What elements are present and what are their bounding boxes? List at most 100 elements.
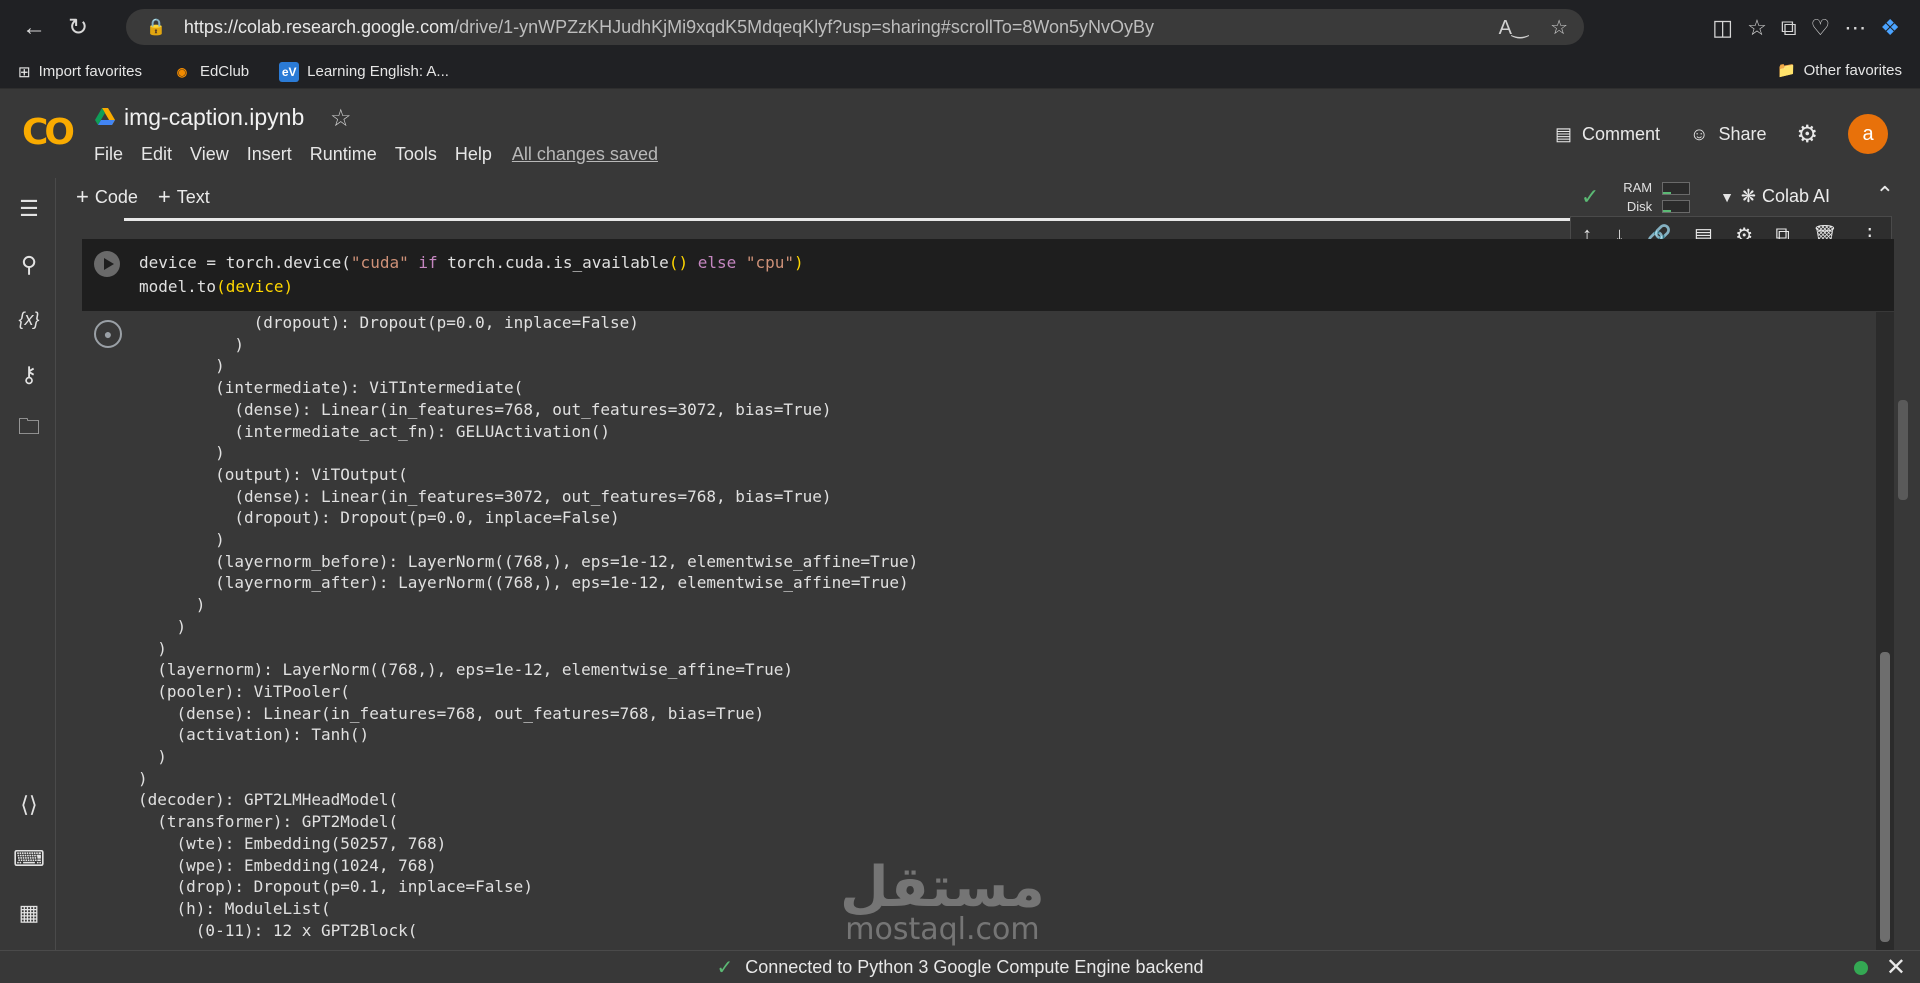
output-line: (dropout): Dropout(p=0.0, inplace=False) — [138, 313, 639, 332]
favorite-star-icon[interactable]: ☆ — [1550, 15, 1568, 40]
resource-monitor[interactable]: ✓ RAM Disk ▼ — [1581, 178, 1734, 216]
ai-spark-icon: ❋ — [1740, 186, 1756, 206]
disk-bar — [1662, 199, 1691, 213]
collections-icon[interactable]: ⧉ — [1781, 15, 1797, 41]
menu-view[interactable]: View — [190, 144, 229, 165]
favorite-import[interactable]: ⊞ Import favorites — [18, 63, 142, 81]
status-bar: ✓ Connected to Python 3 Google Compute E… — [0, 950, 1920, 983]
run-cell-button[interactable] — [94, 251, 120, 277]
connected-check-icon: ✓ — [1580, 184, 1600, 209]
menu-insert[interactable]: Insert — [247, 144, 292, 165]
ev-icon: eV — [279, 61, 300, 82]
google-drive-icon — [95, 108, 115, 125]
output-line: ) — [138, 638, 167, 658]
favorites-bar: ⊞ Import favorites ◉ EdClub eV Learning … — [0, 55, 1920, 89]
command-palette-icon[interactable]: ⌨ — [13, 844, 45, 874]
lock-icon: 🔒 — [146, 19, 166, 36]
terminal-icon[interactable]: ▦ — [14, 898, 44, 928]
output-text: (dropout): Dropout(p=0.0, inplace=False)… — [138, 312, 918, 941]
copilot-icon[interactable]: ❖ — [1880, 15, 1900, 41]
secrets-key-icon[interactable]: ⚷ — [14, 360, 44, 390]
output-line: (dense): Linear(in_features=3072, out_fe… — [138, 486, 832, 506]
dropdown-arrow-icon[interactable]: ▼ — [1720, 189, 1734, 205]
cell-divider — [124, 218, 1570, 221]
save-status[interactable]: All changes saved — [512, 144, 658, 165]
output-line: (0-11): 12 x GPT2Block( — [138, 920, 418, 940]
add-code-button[interactable]: + Code — [76, 184, 138, 210]
back-arrow-icon[interactable]: ← — [12, 6, 56, 50]
import-icon: ⊞ — [18, 63, 31, 81]
output-line: (layernorm): LayerNorm((768,), eps=1e-12… — [138, 660, 794, 680]
variables-icon[interactable]: {x} — [14, 304, 44, 334]
colab-header: CO img-caption.ipynb ☆ File Edit View In… — [0, 90, 1920, 174]
connection-status-dot[interactable] — [1854, 961, 1868, 975]
menu-help[interactable]: Help — [455, 144, 492, 165]
colab-logo[interactable]: CO — [22, 112, 75, 153]
menu-file[interactable]: File — [94, 144, 123, 165]
address-bar[interactable]: 🔒 https://colab.research.google.com/driv… — [126, 9, 1584, 45]
output-line: (pooler): ViTPooler( — [138, 681, 350, 701]
read-aloud-icon[interactable]: A‿ — [1499, 15, 1528, 40]
favorite-learning-english[interactable]: eV Learning English: A... — [279, 61, 449, 82]
search-icon[interactable]: ⚲ — [14, 250, 44, 280]
output-line: ) — [138, 747, 167, 767]
more-menu-icon[interactable]: ⋯ — [1844, 15, 1866, 41]
output-line: (intermediate_act_fn): GELUActivation() — [138, 421, 611, 441]
comment-icon: ▤ — [1555, 123, 1573, 144]
health-icon[interactable]: ♡ — [1811, 15, 1831, 41]
url-text: https://colab.research.google.com/drive/… — [183, 16, 1155, 37]
code-cell[interactable]: device = torch.device("cuda" if torch.cu… — [82, 239, 1894, 311]
favorites-icon[interactable]: ☆ — [1747, 15, 1767, 41]
share-button[interactable]: ☺ Share — [1690, 124, 1766, 145]
output-line: ) — [138, 768, 148, 788]
close-icon[interactable]: ✕ — [1886, 953, 1906, 982]
output-line: (dropout): Dropout(p=0.0, inplace=False) — [138, 508, 620, 528]
output-line: (output): ViTOutput( — [138, 464, 408, 484]
add-text-button[interactable]: + Text — [158, 184, 210, 210]
output-line: ) — [138, 595, 206, 615]
split-screen-icon[interactable]: ◫ — [1712, 15, 1733, 41]
output-line: (wpe): Embedding(1024, 768) — [138, 855, 437, 875]
output-line: (drop): Dropout(p=0.1, inplace=False) — [138, 877, 533, 897]
menu-tools[interactable]: Tools — [395, 144, 437, 165]
output-line: (activation): Tanh() — [138, 725, 370, 745]
output-line: ) — [138, 616, 187, 636]
page-scrollbar[interactable] — [1898, 400, 1908, 500]
edclub-icon: ◉ — [176, 64, 188, 79]
other-favorites[interactable]: 📁 Other favorites — [1776, 61, 1902, 80]
code-editor[interactable]: device = torch.device("cuda" if torch.cu… — [139, 251, 804, 299]
output-line: (layernorm_after): LayerNorm((768,), eps… — [138, 573, 909, 593]
notebook-title[interactable]: img-caption.ipynb — [124, 104, 304, 131]
comment-button[interactable]: ▤ Comment — [1555, 124, 1660, 145]
output-line: ) — [138, 530, 225, 550]
output-line: (decoder): GPT2LMHeadModel( — [138, 790, 399, 810]
menu-runtime[interactable]: Runtime — [310, 144, 377, 165]
ram-bar — [1662, 181, 1691, 195]
refresh-icon[interactable]: ↻ — [56, 6, 100, 50]
collapse-header-icon[interactable]: ⌃ — [1876, 182, 1894, 208]
notebook-toolbar: + Code + Text ✓ RAM Disk ▼ ❋ Colab AI ⌃ — [56, 178, 1920, 216]
star-icon[interactable]: ☆ — [330, 104, 352, 133]
avatar[interactable]: a — [1848, 114, 1888, 154]
colab-ai-button[interactable]: ❋ Colab AI — [1741, 186, 1830, 207]
files-folder-icon[interactable]: 🗀 — [14, 414, 44, 444]
output-line: ) — [138, 443, 225, 463]
output-line: (wte): Embedding(50257, 768) — [138, 833, 447, 853]
table-of-contents-icon[interactable]: ☰ — [14, 194, 44, 224]
output-line: (dense): Linear(in_features=768, out_fea… — [138, 399, 832, 419]
menu-edit[interactable]: Edit — [141, 144, 172, 165]
code-snippets-icon[interactable]: ⟨⟩ — [14, 790, 44, 820]
folder-icon: 📁 — [1776, 62, 1796, 79]
watermark: مستقل mostaql.com — [840, 855, 1045, 947]
output-scrollbar[interactable] — [1876, 312, 1894, 950]
output-line: ) — [138, 334, 244, 354]
output-scroll-thumb[interactable] — [1880, 652, 1890, 942]
output-user-icon[interactable]: ● — [94, 320, 122, 348]
settings-gear-icon[interactable]: ⚙ — [1796, 120, 1818, 149]
favorite-edclub[interactable]: ◉ EdClub — [172, 62, 249, 82]
menu-bar: File Edit View Insert Runtime Tools Help… — [94, 144, 658, 165]
output-line: (dense): Linear(in_features=768, out_fea… — [138, 703, 765, 723]
check-icon: ✓ — [716, 956, 734, 979]
output-line: ) — [138, 356, 225, 376]
output-line: (h): ModuleList( — [138, 898, 331, 918]
